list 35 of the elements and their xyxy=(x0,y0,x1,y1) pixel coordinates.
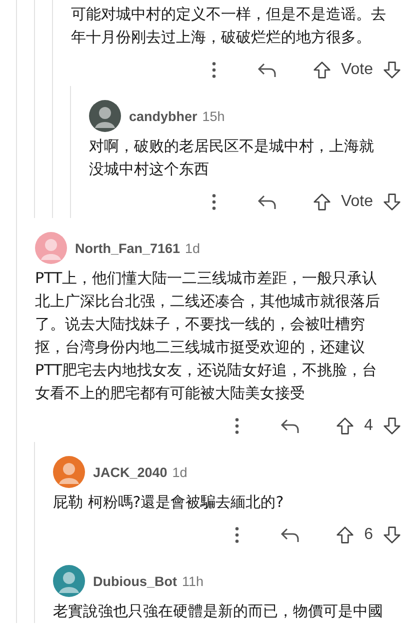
username[interactable]: North_Fan_7161 xyxy=(75,240,180,256)
comment-text: 屁勒 柯粉嗎?還是會被騙去緬北的? xyxy=(53,492,285,512)
downvote-icon[interactable] xyxy=(383,193,401,211)
avatar-icon[interactable] xyxy=(53,565,85,597)
timestamp: 15h xyxy=(202,108,225,124)
downvote-icon[interactable] xyxy=(383,61,401,79)
timestamp: 1d xyxy=(172,464,188,480)
timestamp: 11h xyxy=(182,574,204,588)
more-icon[interactable] xyxy=(234,417,240,435)
more-icon[interactable] xyxy=(210,61,217,79)
upvote-icon[interactable] xyxy=(336,526,354,544)
comment-text: PTT上，他们懂大陆一二三线城市差距，一般只承认北上广深比台北强，二线还凑合，其他城市就很落后了。说去大陆找妹子，不要找一线的，会被吐槽穷抠，台湾身份内地二三线城市挺受欢迎的，还建议PTT肥宅去内地找女友，还说陆女好追，不挑脸，台女看不上的肥宅都有可能被大陆美女接受 xyxy=(35,268,381,404)
reply-icon[interactable] xyxy=(280,526,300,544)
downvote-icon[interactable] xyxy=(383,417,401,435)
comment-text: 可能对城中村的定义不一样，但是不是造谣。去年十月份刚去过上海，破破烂烂的地方很多。 xyxy=(71,4,387,48)
comment-text: 对啊，破败的老居民区不是城中村，上海就没城中村这个东西 xyxy=(89,136,375,180)
username[interactable]: JACK_2040 xyxy=(93,464,168,480)
avatar-icon[interactable] xyxy=(89,100,121,132)
downvote-icon[interactable] xyxy=(383,526,401,544)
upvote-icon[interactable] xyxy=(312,193,331,211)
upvote-icon[interactable] xyxy=(312,61,331,79)
reply-icon[interactable] xyxy=(280,417,300,435)
vote-score: 6 xyxy=(364,526,373,544)
timestamp: 1d xyxy=(185,240,200,256)
more-icon[interactable] xyxy=(210,193,217,211)
username[interactable]: candybher xyxy=(129,108,198,124)
upvote-icon[interactable] xyxy=(336,417,354,435)
vote-score: 4 xyxy=(364,417,373,435)
username[interactable]: Dubious_Bot xyxy=(93,574,177,588)
reply-icon[interactable] xyxy=(256,61,277,79)
vote-score: Vote xyxy=(340,61,373,79)
reply-icon[interactable] xyxy=(256,193,277,211)
comment-text: 老實說強也只強在硬體是新的而已，物價可是中國 xyxy=(53,600,384,622)
more-icon[interactable] xyxy=(234,526,240,544)
vote-score: Vote xyxy=(340,193,373,211)
